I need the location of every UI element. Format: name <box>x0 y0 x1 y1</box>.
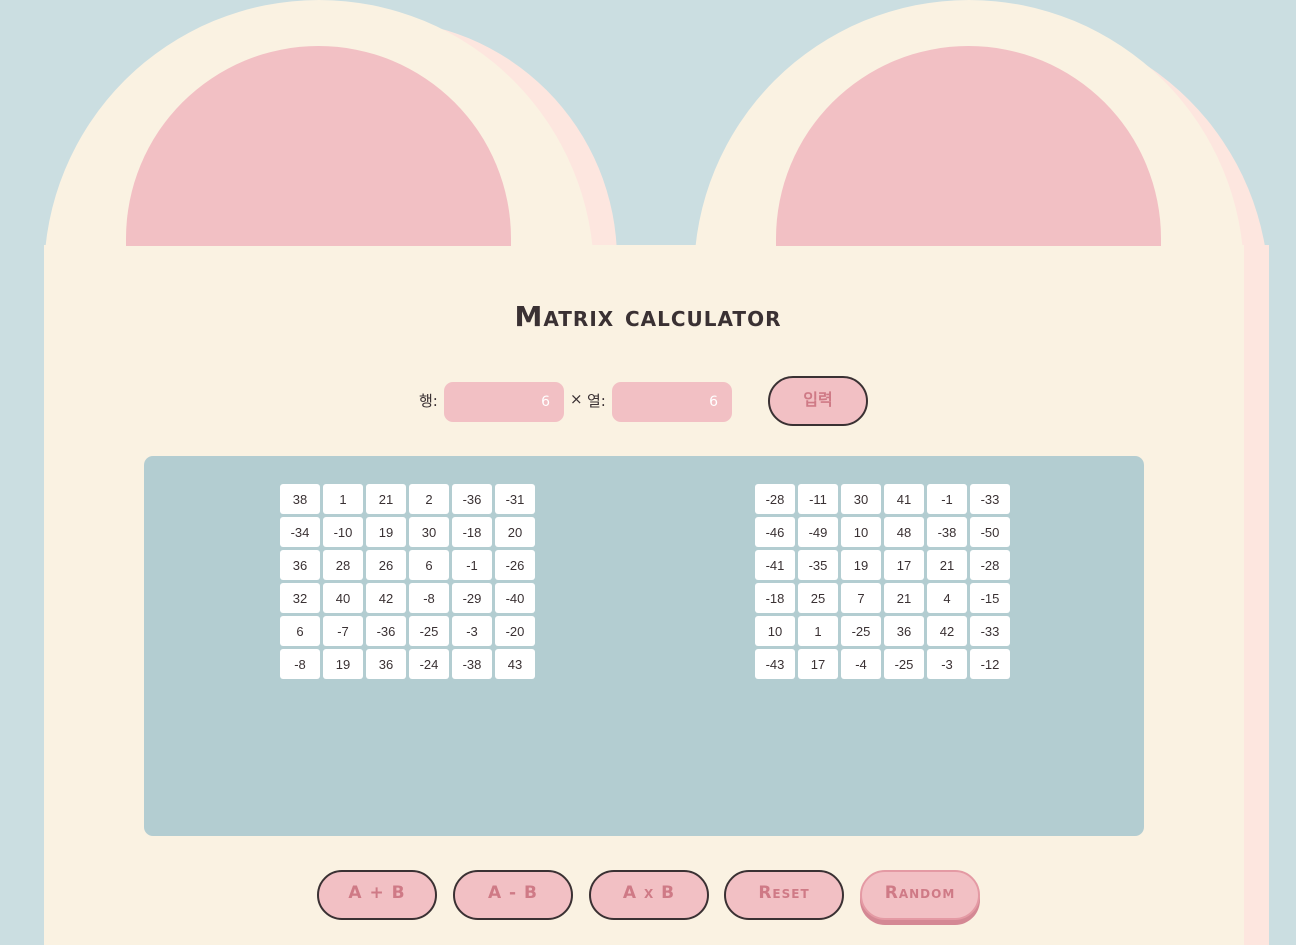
add-button[interactable]: A + B <box>317 870 437 920</box>
matrix-a-cell[interactable]: -24 <box>409 649 449 679</box>
matrix-a-cell[interactable]: -7 <box>323 616 363 646</box>
matrix-b-cell[interactable]: -25 <box>841 616 881 646</box>
column-count-input[interactable] <box>612 382 732 422</box>
page-title: Matrix calculator <box>514 300 782 333</box>
matrix-a-cell[interactable]: 6 <box>280 616 320 646</box>
matrix-b-cell[interactable]: -12 <box>970 649 1010 679</box>
matrix-b-cell[interactable]: -25 <box>884 649 924 679</box>
row-count-label: 행: <box>419 392 438 410</box>
times-symbol: × <box>570 390 583 408</box>
matrix-b-cell[interactable]: 21 <box>884 583 924 613</box>
matrix-b-cell[interactable]: -33 <box>970 616 1010 646</box>
matrix-b-cell[interactable]: 41 <box>884 484 924 514</box>
matrix-b-cell[interactable]: -49 <box>798 517 838 547</box>
matrix-b-cell[interactable]: 10 <box>755 616 795 646</box>
matrix-a-cell[interactable]: -26 <box>495 550 535 580</box>
matrix-a-cell[interactable]: -40 <box>495 583 535 613</box>
matrix-a-cell[interactable]: 42 <box>366 583 406 613</box>
matrix-b-cell[interactable]: 42 <box>927 616 967 646</box>
matrix-b-cell[interactable]: 25 <box>798 583 838 613</box>
matrix-b-cell[interactable]: -3 <box>927 649 967 679</box>
row-count-input[interactable] <box>444 382 564 422</box>
matrix-a-cell[interactable]: -36 <box>452 484 492 514</box>
matrix-b-cell[interactable]: 48 <box>884 517 924 547</box>
matrix-b-cell[interactable]: 1 <box>798 616 838 646</box>
matrix-a-cell[interactable]: -20 <box>495 616 535 646</box>
matrix-b-cell[interactable]: -11 <box>798 484 838 514</box>
matrix-a-cell[interactable]: 40 <box>323 583 363 613</box>
matrix-b-cell[interactable]: -15 <box>970 583 1010 613</box>
matrix-panel: 38 1 21 2 -36 -31 -34 -10 19 30 -18 20 36 28 26 6 -1 -26 3… <box>144 456 1144 836</box>
matrix-a-cell[interactable]: 1 <box>323 484 363 514</box>
matrix-b-cell[interactable]: -43 <box>755 649 795 679</box>
matrix-b-cell[interactable]: -18 <box>755 583 795 613</box>
column-count-label: 열: <box>587 392 606 410</box>
matrix-a-cell[interactable]: 36 <box>280 550 320 580</box>
matrix-b-cell[interactable]: 30 <box>841 484 881 514</box>
matrix-b-cell[interactable]: -28 <box>755 484 795 514</box>
matrix-b-cell[interactable]: 19 <box>841 550 881 580</box>
matrix-a-cell[interactable]: -18 <box>452 517 492 547</box>
matrix-a-cell[interactable]: -29 <box>452 583 492 613</box>
matrix-b-cell[interactable]: 17 <box>798 649 838 679</box>
matrix-b-cell[interactable]: -38 <box>927 517 967 547</box>
matrix-b-cell[interactable]: -41 <box>755 550 795 580</box>
submit-dimensions-button[interactable]: 입력 <box>768 376 868 426</box>
matrix-b-cell[interactable]: 4 <box>927 583 967 613</box>
matrix-b-cell[interactable]: 10 <box>841 517 881 547</box>
matrix-a: 38 1 21 2 -36 -31 -34 -10 19 30 -18 20 36 28 26 6 -1 -26 3… <box>280 484 535 679</box>
matrix-b-cell[interactable]: 36 <box>884 616 924 646</box>
matrix-a-cell[interactable]: 2 <box>409 484 449 514</box>
matrix-a-cell[interactable]: 38 <box>280 484 320 514</box>
random-button[interactable]: Random <box>860 870 980 920</box>
multiply-button[interactable]: A x B <box>589 870 709 920</box>
matrix-a-cell[interactable]: -1 <box>452 550 492 580</box>
matrix-a-cell[interactable]: -8 <box>409 583 449 613</box>
matrix-a-cell[interactable]: 28 <box>323 550 363 580</box>
matrix-a-cell[interactable]: 32 <box>280 583 320 613</box>
matrix-a-cell[interactable]: 6 <box>409 550 449 580</box>
matrix-a-cell[interactable]: 30 <box>409 517 449 547</box>
matrix-a-cell[interactable]: 36 <box>366 649 406 679</box>
matrix-b-cell[interactable]: -33 <box>970 484 1010 514</box>
matrix-a-cell[interactable]: 43 <box>495 649 535 679</box>
matrix-a-cell[interactable]: -31 <box>495 484 535 514</box>
matrix-a-cell[interactable]: 21 <box>366 484 406 514</box>
matrix-a-cell[interactable]: 20 <box>495 517 535 547</box>
matrix-a-cell[interactable]: 19 <box>366 517 406 547</box>
matrix-b-cell[interactable]: -50 <box>970 517 1010 547</box>
subtract-button[interactable]: A - B <box>453 870 573 920</box>
matrix-b-cell[interactable]: 17 <box>884 550 924 580</box>
reset-button[interactable]: Reset <box>724 870 844 920</box>
matrix-b-cell[interactable]: 7 <box>841 583 881 613</box>
matrix-a-cell[interactable]: -8 <box>280 649 320 679</box>
matrix-b: -28 -11 30 41 -1 -33 -46 -49 10 48 -38 -50 -41 -35 19 1… <box>755 484 1010 679</box>
matrix-a-cell[interactable]: -10 <box>323 517 363 547</box>
matrix-b-cell[interactable]: -4 <box>841 649 881 679</box>
matrix-b-cell[interactable]: 21 <box>927 550 967 580</box>
matrix-b-cell[interactable]: -1 <box>927 484 967 514</box>
matrix-a-cell[interactable]: -38 <box>452 649 492 679</box>
matrix-a-cell[interactable]: -34 <box>280 517 320 547</box>
matrix-b-cell[interactable]: -28 <box>970 550 1010 580</box>
matrix-b-cell[interactable]: -35 <box>798 550 838 580</box>
matrix-b-cell[interactable]: -46 <box>755 517 795 547</box>
matrix-a-cell[interactable]: -36 <box>366 616 406 646</box>
matrix-a-cell[interactable]: -25 <box>409 616 449 646</box>
matrix-a-cell[interactable]: -3 <box>452 616 492 646</box>
matrix-a-cell[interactable]: 19 <box>323 649 363 679</box>
dimension-form: 행: × 열: 입력 <box>0 376 1296 426</box>
matrix-a-cell[interactable]: 26 <box>366 550 406 580</box>
